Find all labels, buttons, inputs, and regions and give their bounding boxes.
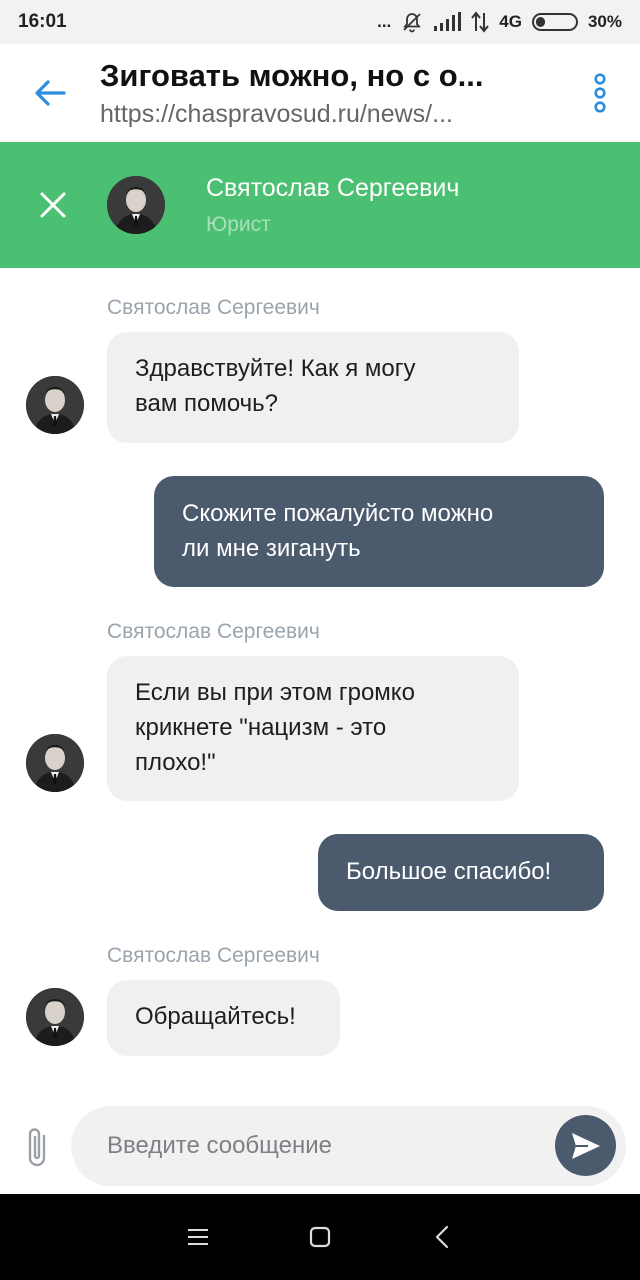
message-input[interactable]: [71, 1106, 626, 1186]
status-icons: ... 4G 30%: [377, 11, 622, 33]
status-dots: ...: [377, 12, 392, 31]
paperclip-icon: [28, 1128, 46, 1167]
status-bar: 16:01 ... 4G 30%: [0, 0, 640, 44]
message-sender: Святослав Сергеевич: [107, 944, 320, 967]
message-line: крикнете "нацизм - это: [135, 714, 387, 741]
message-line: Если вы при этом громко: [135, 679, 415, 706]
arrow-left-icon: [35, 80, 66, 106]
nav-home-button[interactable]: [259, 1194, 381, 1280]
close-icon: [40, 192, 66, 218]
send-button[interactable]: [555, 1115, 616, 1176]
avatar: [26, 734, 84, 792]
attach-button[interactable]: [20, 1124, 56, 1170]
page-url: https://chaspravosud.ru/news/...: [100, 99, 453, 128]
message-line: Скожите пожалуйсто можно: [182, 500, 494, 527]
header-info: Святослав Сергеевич Юрист: [206, 174, 459, 237]
mute-icon: [401, 11, 423, 33]
close-chat-button[interactable]: [0, 142, 106, 268]
back-button[interactable]: [0, 44, 100, 142]
message-line: вам помочь?: [135, 390, 279, 417]
message-line: ли мне зигануть: [182, 535, 361, 562]
nav-back-button[interactable]: [381, 1194, 503, 1280]
contact-role: Юрист: [206, 212, 271, 236]
message-line: Здравствуйте! Как я могу: [135, 355, 416, 382]
message-line: плохо!": [135, 749, 216, 776]
contact-name: Святослав Сергеевич: [206, 173, 460, 202]
incoming-message: Здравствуйте! Как я могу вам помочь?: [107, 332, 519, 443]
message-composer: [0, 1100, 640, 1194]
avatar: [26, 376, 84, 434]
message-line: Обращайтесь!: [135, 1003, 296, 1030]
battery-percent: 30%: [587, 12, 622, 31]
chat-header: Святослав Сергеевич Юрист: [0, 142, 640, 268]
outgoing-message: Скожите пожалуйсто можно ли мне зигануть: [154, 476, 604, 587]
message-line: Большое спасибо!: [346, 858, 552, 885]
browser-toolbar: Зиговать можно, но с о... https://chaspr…: [0, 44, 640, 142]
header-avatar: [107, 176, 165, 234]
nav-menu-button[interactable]: [137, 1194, 259, 1280]
page-info[interactable]: Зиговать можно, но с о... https://chaspr…: [100, 58, 560, 129]
outgoing-message: Большое спасибо!: [318, 834, 604, 911]
more-options-button[interactable]: [560, 44, 640, 142]
message-sender: Святослав Сергеевич: [107, 620, 320, 643]
menu-icon: [188, 1229, 208, 1245]
network-type: 4G: [499, 12, 522, 31]
home-square-icon: [309, 1226, 331, 1248]
incoming-message: Если вы при этом громко крикнете "нацизм…: [107, 656, 519, 801]
status-time: 16:01: [18, 11, 67, 32]
back-chevron-icon: [435, 1225, 449, 1249]
message-sender: Святослав Сергеевич: [107, 296, 320, 319]
data-arrows-icon: [471, 11, 490, 33]
battery-icon: [531, 13, 578, 31]
page-title: Зиговать можно, но с о...: [100, 57, 484, 93]
system-nav-bar: [0, 1194, 640, 1280]
kebab-menu-icon: [594, 73, 606, 113]
send-icon: [571, 1132, 600, 1159]
incoming-message: Обращайтесь!: [107, 980, 340, 1056]
avatar: [26, 988, 84, 1046]
signal-icon: [433, 12, 462, 32]
